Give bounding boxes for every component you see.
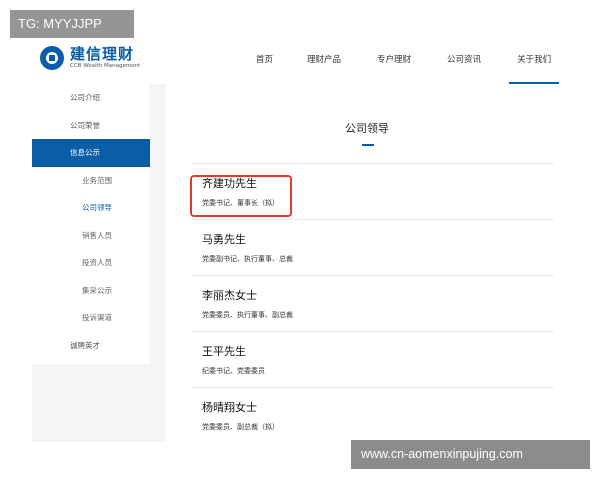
page-title: 公司领导 <box>345 122 389 135</box>
nav-products[interactable]: 理财产品 <box>307 40 341 84</box>
sidebar-item-sales-staff[interactable]: 销售人员 <box>32 222 150 250</box>
sidebar-item-company-intro[interactable]: 公司介绍 <box>32 84 150 112</box>
leader-name: 王平先生 <box>202 345 246 358</box>
leader-item: 马勇先生 党委副书记、执行董事、总裁 <box>192 219 554 275</box>
leader-item: 王平先生 纪委书记、党委委员 <box>192 331 554 387</box>
sidebar-item-info-disclosure[interactable]: 信息公示 <box>32 139 150 167</box>
watermark-tag-bottom-right: www.cn-aomenxinpujing.com <box>351 440 590 469</box>
leader-role: 纪委书记、党委委员 <box>202 367 265 375</box>
logo-name: 建信理财 <box>70 45 135 63</box>
sidebar-item-business-scope[interactable]: 业务范围 <box>32 167 150 195</box>
logo-subtitle: CCB Wealth Management <box>70 63 141 69</box>
nav-news[interactable]: 公司资讯 <box>447 40 481 84</box>
sidebar-item-company-leaders[interactable]: 公司领导 <box>32 194 150 222</box>
browser-screenshot: 建信理财 CCB Wealth Management 首页 理财产品 专户理财 … <box>32 40 568 442</box>
leader-item: 李丽杰女士 党委委员、执行董事、副总裁 <box>192 275 554 331</box>
logo-text: 建信理财 CCB Wealth Management <box>70 46 140 70</box>
leader-name: 李丽杰女士 <box>202 289 257 302</box>
sidebar-item-careers[interactable]: 诚聘英才 <box>32 332 150 360</box>
sidebar-item-investment-staff[interactable]: 投资人员 <box>32 249 150 277</box>
site-logo[interactable]: 建信理财 CCB Wealth Management <box>40 46 140 70</box>
sidebar-item-complaint-channel[interactable]: 投诉渠道 <box>32 304 150 332</box>
leader-name: 杨晴翔女士 <box>202 401 257 414</box>
leader-role: 党委委员、副总裁（拟） <box>202 423 279 431</box>
nav-private-wealth[interactable]: 专户理财 <box>377 40 411 84</box>
watermark-tag-top-left: TG: MYYJJPP <box>10 10 134 38</box>
leader-item: 杨晴翔女士 党委委员、副总裁（拟） <box>192 387 554 442</box>
highlight-box <box>190 175 292 217</box>
main-panel: 公司领导 齐建功先生 党委书记、董事长（拟） 马勇先生 党委副书记、执行董事、总… <box>166 84 568 442</box>
leader-name: 马勇先生 <box>202 233 246 246</box>
site-header: 建信理财 CCB Wealth Management 首页 理财产品 专户理财 … <box>32 40 568 84</box>
main-nav: 首页 理财产品 专户理财 公司资讯 关于我们 <box>232 40 560 84</box>
leader-role: 党委副书记、执行董事、总裁 <box>202 255 293 263</box>
sidebar-item-company-honors[interactable]: 公司荣誉 <box>32 112 150 140</box>
sidebar: 公司介绍 公司荣誉 信息公示 业务范围 公司领导 销售人员 投资人员 集采公示 … <box>32 84 150 364</box>
ccb-logo-icon <box>40 46 64 70</box>
title-underline <box>362 144 374 146</box>
nav-home[interactable]: 首页 <box>256 40 273 84</box>
nav-about-us[interactable]: 关于我们 <box>509 40 560 84</box>
leader-role: 党委委员、执行董事、副总裁 <box>202 311 293 319</box>
sidebar-item-procurement[interactable]: 集采公示 <box>32 277 150 305</box>
